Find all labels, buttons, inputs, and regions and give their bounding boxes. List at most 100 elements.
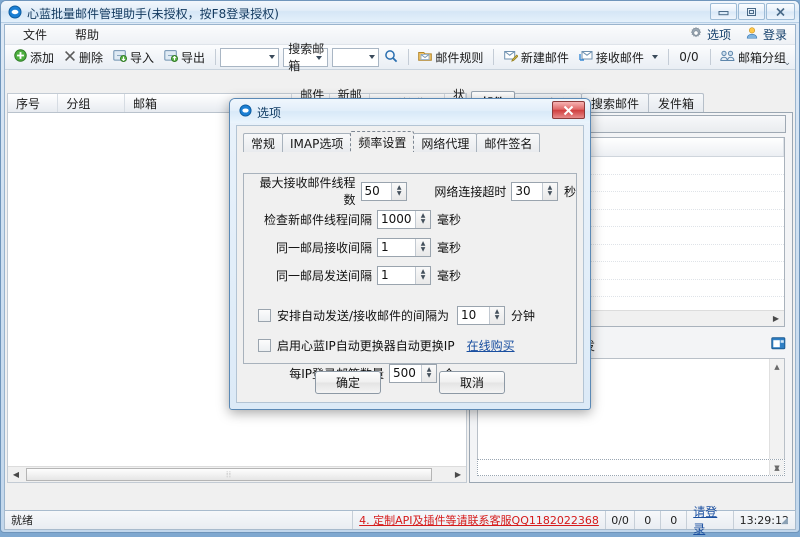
message-editor[interactable]: ▲ ▼ <box>477 459 785 476</box>
spinner-arrows-icon[interactable]: ▲▼ <box>415 211 430 228</box>
search-button[interactable] <box>379 47 403 68</box>
chevron-down-icon[interactable] <box>652 55 658 59</box>
filter-input[interactable] <box>220 48 279 67</box>
menu-item-help[interactable]: 帮助 <box>71 25 103 44</box>
dialog-title-bar: 选项 <box>230 99 590 123</box>
dialog-close-button[interactable] <box>552 101 585 119</box>
dialog-title: 选项 <box>257 104 281 121</box>
cancel-button[interactable]: 取消 <box>439 371 505 394</box>
menu-item-file[interactable]: 文件 <box>19 25 51 44</box>
application-window: 心蓝批量邮件管理助手(未授权，按F8登录授权) 文件 帮助 <box>0 0 800 533</box>
spinner-arrows-icon[interactable]: ▲▼ <box>415 239 430 256</box>
window-controls <box>710 3 795 20</box>
max-threads-stepper[interactable]: 50 ▲▼ <box>361 182 408 201</box>
net-timeout-stepper[interactable]: 30 ▲▼ <box>511 182 558 201</box>
user-icon <box>745 26 759 43</box>
status-promo-link[interactable]: 4. 定制API及插件等请联系客服QQ1182022368 <box>353 511 606 529</box>
mail-counter: 0/0 <box>673 50 704 64</box>
spinner-arrows-icon[interactable]: ▲▼ <box>415 267 430 284</box>
same-server-recv-value[interactable]: 1 <box>378 239 415 256</box>
net-timeout-value[interactable]: 30 <box>512 183 542 200</box>
status-ready: 就绪 <box>5 511 353 529</box>
mail-group-button[interactable]: 邮箱分组 <box>715 47 791 68</box>
ip-changer-checkbox[interactable] <box>258 339 271 352</box>
status-login-link[interactable]: 请登录 <box>687 511 733 529</box>
status-bar: 就绪 4. 定制API及插件等请联系客服QQ1182022368 0/0 0 0… <box>4 510 796 530</box>
cross-icon <box>64 50 76 65</box>
chevron-down-icon[interactable] <box>316 56 322 60</box>
column-header-group[interactable]: 分组 <box>58 94 125 112</box>
new-mail-button[interactable]: 新建邮件 <box>499 47 574 68</box>
chevron-down-icon[interactable] <box>369 55 375 59</box>
same-server-recv-label: 同一邮局接收间隔 <box>256 239 372 256</box>
buy-online-link[interactable]: 在线购买 <box>467 337 515 354</box>
status-num-1: 0 <box>635 511 661 529</box>
editor-vscrollbar[interactable]: ▲ ▼ <box>769 460 784 475</box>
options-button[interactable]: 选项 <box>689 26 731 43</box>
chevron-down-icon[interactable] <box>269 55 275 59</box>
toolbar-overflow-button[interactable]: ⌄ <box>783 58 791 68</box>
max-threads-value[interactable]: 50 <box>362 183 392 200</box>
mail-rule-label: 邮件规则 <box>435 49 483 66</box>
auto-interval-stepper[interactable]: 10 ▲▼ <box>457 306 505 325</box>
dialog-tab-frequency[interactable]: 频率设置 <box>350 131 414 152</box>
dialog-tab-signature[interactable]: 邮件签名 <box>476 133 540 152</box>
tab-outbox[interactable]: 发件箱 <box>648 93 704 112</box>
scroll-down-icon[interactable]: ▼ <box>770 460 784 475</box>
options-dialog: 选项 常规 IMAP选项 频率设置 网络代理 邮件签名 最大接收邮件线程数 50 <box>229 98 591 410</box>
search-icon <box>384 49 398 66</box>
export-label: 导出 <box>181 49 205 66</box>
dialog-inner: 常规 IMAP选项 频率设置 网络代理 邮件签名 最大接收邮件线程数 50 ▲▼… <box>236 125 584 403</box>
auto-interval-checkbox[interactable] <box>258 309 271 322</box>
ok-button[interactable]: 确定 <box>315 371 381 394</box>
same-server-recv-stepper[interactable]: 1 ▲▼ <box>377 238 431 257</box>
same-server-send-value[interactable]: 1 <box>378 267 415 284</box>
scroll-up-icon[interactable]: ▲ <box>770 359 784 374</box>
export-button[interactable]: 导出 <box>159 47 210 68</box>
hscroll-thumb[interactable]: ⦙⦙ <box>26 468 432 481</box>
add-button[interactable]: 添加 <box>9 47 59 68</box>
mail-rule-button[interactable]: 邮件规则 <box>413 47 488 68</box>
preview-vscrollbar[interactable]: ▲ ▼ <box>769 359 784 475</box>
search-scope-select[interactable]: 搜索邮箱 <box>283 48 328 67</box>
title-bar: 心蓝批量邮件管理助手(未授权，按F8登录授权) <box>1 1 799 23</box>
spinner-arrows-icon[interactable]: ▲▼ <box>489 307 504 324</box>
import-button[interactable]: 导入 <box>108 47 159 68</box>
same-server-recv-unit: 毫秒 <box>437 239 461 256</box>
import-icon <box>113 49 127 65</box>
same-server-send-label: 同一邮局发送间隔 <box>256 267 372 284</box>
dialog-tab-imap[interactable]: IMAP选项 <box>282 133 351 152</box>
dialog-tab-proxy[interactable]: 网络代理 <box>413 133 477 152</box>
receive-mail-button[interactable]: 接收邮件 <box>574 47 663 68</box>
auto-interval-value[interactable]: 10 <box>458 307 489 324</box>
mailbox-hscrollbar[interactable]: ◀ ⦙⦙ ▶ <box>8 466 466 482</box>
close-button[interactable] <box>766 3 795 20</box>
check-interval-stepper[interactable]: 1000 ▲▼ <box>377 210 431 229</box>
mail-group-label: 邮箱分组 <box>738 49 786 66</box>
scroll-right-icon[interactable]: ▶ <box>450 467 466 482</box>
window-icon[interactable] <box>771 337 786 353</box>
receive-icon <box>579 50 593 65</box>
spinner-arrows-icon[interactable]: ▲▼ <box>542 183 557 200</box>
minimize-button[interactable] <box>710 3 737 20</box>
same-server-send-stepper[interactable]: 1 ▲▼ <box>377 266 431 285</box>
auto-interval-label: 安排自动发送/接收邮件的间隔为 <box>277 307 449 324</box>
login-button[interactable]: 登录 <box>745 26 787 43</box>
hscroll-track[interactable]: ⦙⦙ <box>24 467 450 482</box>
add-label: 添加 <box>30 49 54 66</box>
search-input[interactable] <box>332 48 379 67</box>
dialog-tabs: 常规 IMAP选项 频率设置 网络代理 邮件签名 <box>237 130 583 152</box>
same-server-send-unit: 毫秒 <box>437 267 461 284</box>
scroll-right-icon[interactable]: ▶ <box>768 311 784 326</box>
tab-search-mail[interactable]: 搜索邮件 <box>581 93 649 112</box>
maximize-button[interactable] <box>738 3 765 20</box>
spinner-arrows-icon[interactable]: ▲▼ <box>391 183 406 200</box>
scroll-left-icon[interactable]: ◀ <box>8 467 24 482</box>
delete-button[interactable]: 删除 <box>59 47 108 68</box>
dialog-tab-general[interactable]: 常规 <box>243 133 283 152</box>
check-interval-value[interactable]: 1000 <box>378 211 415 228</box>
net-timeout-label: 网络连接超时 <box>429 183 506 200</box>
resize-grip[interactable]: ◢ <box>781 516 793 528</box>
menu-bar: 文件 帮助 <box>5 25 795 45</box>
column-header-index[interactable]: 序号 <box>8 94 58 112</box>
